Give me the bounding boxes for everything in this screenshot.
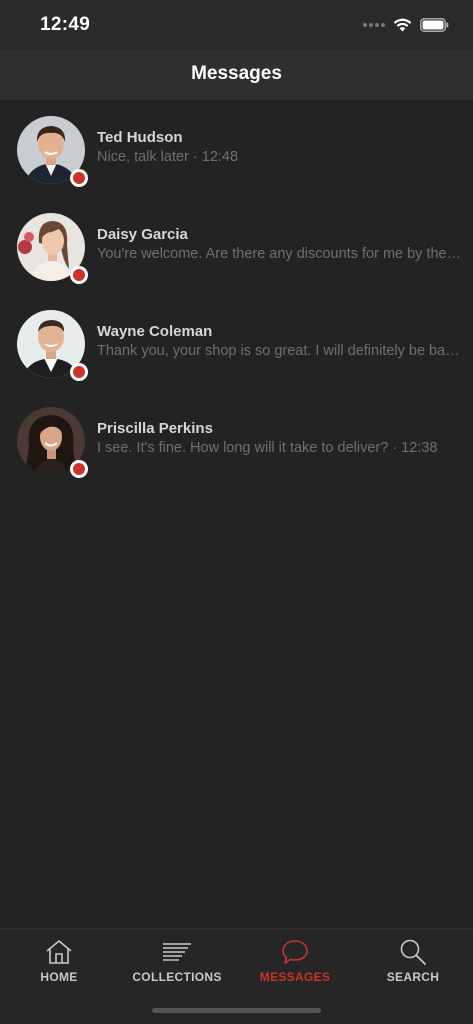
message-preview: Thank you, your shop is so great. I will… [97, 343, 463, 359]
collections-icon [118, 937, 236, 967]
search-icon [354, 937, 472, 967]
online-status-dot [70, 169, 88, 187]
tab-messages-label: MESSAGES [259, 970, 331, 984]
status-time: 12:49 [40, 14, 91, 35]
status-bar: 12:49 [0, 0, 473, 50]
online-status-dot [70, 363, 88, 381]
home-indicator[interactable] [152, 1008, 321, 1013]
tab-home[interactable]: HOME [0, 929, 118, 993]
contact-name: Priscilla Perkins [97, 420, 213, 437]
home-icon [0, 937, 118, 967]
cellular-signal-icon [363, 23, 385, 27]
contact-name: Wayne Coleman [97, 323, 213, 340]
message-preview: Nice, talk later · 12:48 [97, 149, 239, 165]
battery-icon [420, 18, 449, 32]
tab-search-label: SEARCH [386, 970, 440, 984]
tab-collections[interactable]: COLLECTIONS [118, 929, 236, 993]
online-status-dot [70, 460, 88, 478]
avatar-wrapper [17, 407, 88, 478]
avatar-wrapper [17, 310, 88, 381]
conversation-row[interactable]: Ted Hudson Nice, talk later · 12:48 [0, 101, 473, 198]
message-preview: You're welcome. Are there any discounts … [97, 246, 463, 262]
wifi-icon [393, 18, 412, 32]
tab-home-label: HOME [40, 970, 78, 984]
contact-name: Ted Hudson [97, 129, 183, 146]
avatar-wrapper [17, 213, 88, 284]
conversation-list: Ted Hudson Nice, talk later · 12:48 Dais… [0, 101, 473, 489]
page-title: Messages [191, 63, 282, 84]
status-icons [363, 15, 449, 35]
tab-messages[interactable]: MESSAGES [236, 929, 354, 993]
avatar-wrapper [17, 116, 88, 187]
online-status-dot [70, 266, 88, 284]
tab-search[interactable]: SEARCH [354, 929, 472, 993]
conversation-row[interactable]: Priscilla Perkins I see. It's fine. How … [0, 392, 473, 489]
tab-collections-label: COLLECTIONS [132, 970, 222, 984]
chat-bubble-icon [236, 937, 354, 967]
contact-name: Daisy Garcia [97, 226, 188, 243]
conversation-row[interactable]: Daisy Garcia You're welcome. Are there a… [0, 198, 473, 295]
conversation-row[interactable]: Wayne Coleman Thank you, your shop is so… [0, 295, 473, 392]
message-preview: I see. It's fine. How long will it take … [97, 440, 438, 456]
nav-header: Messages [0, 50, 473, 101]
